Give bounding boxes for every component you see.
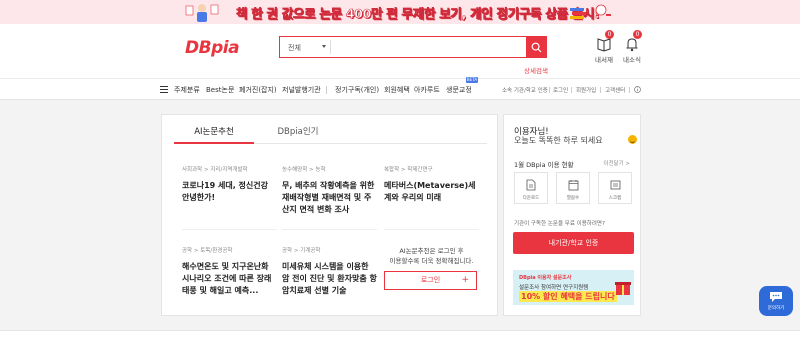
advanced-search-link[interactable]: 상세검색 — [524, 65, 548, 75]
login-prompt-line: AI논문추천은 로그인 후 — [399, 247, 464, 255]
ad-line-1: DBpia 이용자 설문조사 — [519, 275, 572, 281]
paper-title[interactable]: 코로나19 세대, 정신건강 안녕한가! — [182, 180, 277, 204]
util-divider — [571, 87, 572, 93]
paper-card[interactable]: 복합학 > 학제간연구 메타버스(Metaverse)세계와 우리의 미래 — [384, 165, 479, 204]
nav-subject-category[interactable]: 주제분류 — [174, 85, 200, 95]
ad-line-2: 설문조사 참여하면 연구지원템 — [519, 285, 589, 291]
org-question: 기관이 구독한 논문을 무료 이용하려면? — [514, 221, 605, 227]
survey-ad-banner[interactable]: DBpia 이용자 설문조사 설문조사 참여하면 연구지원템 10% 할인 혜택… — [513, 270, 634, 305]
usage-download-box[interactable]: 다운로드 — [514, 172, 548, 204]
nav-academy-route[interactable]: 아카루트 — [414, 85, 440, 95]
login-prompt: AI논문추천은 로그인 후 이용할수록 더욱 정확해집니다. — [384, 246, 479, 266]
paper-title[interactable]: 메타버스(Metaverse)세계와 우리의 미래 — [384, 180, 479, 204]
nav-member-benefits[interactable]: 회원혜택 — [384, 85, 410, 95]
ad-line-3: 10% 할인 혜택을 드립니다 — [519, 291, 617, 302]
smile-icon — [628, 135, 637, 144]
nav-divider — [326, 86, 327, 94]
search-scope-select[interactable]: 전체 — [280, 37, 330, 57]
chevron-down-icon — [322, 45, 326, 48]
tab-ai-recommend[interactable]: AI논문추천 — [174, 125, 254, 137]
util-signup[interactable]: 회원가입 — [576, 86, 596, 94]
util-divider — [600, 87, 601, 93]
nav-proofreading[interactable]: 생문교정 — [446, 85, 472, 95]
search-icon — [531, 42, 541, 52]
usage-views-label: 열람수 — [566, 196, 580, 201]
paper-card[interactable]: 사회과학 > 지리/지역개발학 코로나19 세대, 정신건강 안녕한가! — [182, 165, 277, 204]
greeting-subtitle: 오늘도 똑똑한 하루 되세요 — [514, 136, 603, 145]
usage-title: 1월 DBpia 이용 현황 — [514, 161, 574, 169]
active-tab-indicator — [174, 142, 254, 144]
usage-views-box[interactable]: 열람수 — [556, 172, 590, 204]
usage-scrap-label: 스크랩 — [608, 196, 622, 201]
search-button[interactable] — [526, 37, 546, 57]
my-library-button[interactable]: 0 내서재 — [589, 30, 619, 68]
dbpia-logo[interactable]: DBpia — [185, 38, 240, 58]
chat-label: 문의하기 — [767, 306, 785, 311]
login-prompt-line: 이용할수록 더욱 정확해집니다. — [389, 257, 474, 265]
person-illustration-icon — [185, 4, 219, 22]
library-label: 내서재 — [595, 56, 613, 64]
util-divider — [629, 87, 630, 93]
paper-category: 농수해양학 > 농학 — [282, 167, 326, 173]
promo-banner[interactable]: 책 한 권 값으로 논문 400만 편 무제한 보기, 개인 정기구독 상품 출… — [0, 0, 800, 24]
card-divider — [182, 229, 277, 230]
paper-card[interactable]: 공학 > 기계공학 미세유체 시스템을 이용한 암 전이 진단 및 환자맞춤 항… — [282, 246, 377, 297]
hamburger-menu-icon[interactable] — [160, 86, 168, 93]
calendar-icon — [568, 180, 578, 191]
nav-best-papers[interactable]: Best논문 — [206, 85, 234, 95]
nav-subscription[interactable]: 정기구독(개인) — [335, 85, 379, 95]
paper-category: 공학 > 기계공학 — [282, 248, 321, 254]
util-login[interactable]: 로그인 — [553, 86, 568, 94]
promo-text[interactable]: 책 한 권 값으로 논문 400만 편 무제한 보기, 개인 정기구독 상품 출… — [236, 3, 601, 22]
notifications-label: 내소식 — [623, 56, 641, 64]
search-scope-label: 전체 — [288, 44, 301, 52]
gift-icon — [615, 282, 631, 295]
login-button-label: 로그인 — [420, 276, 441, 284]
paper-card[interactable]: 공학 > 토목/환경공학 해수면온도 및 지구온난화 시나리오 조건에 따른 장… — [182, 246, 277, 297]
paper-title[interactable]: 해수면온도 및 지구온난화 시나리오 조건에 따른 장래 태풍 및 해일고 예측… — [182, 261, 277, 297]
login-button[interactable]: 로그인 + — [384, 271, 477, 290]
info-icon[interactable] — [634, 86, 641, 93]
download-icon — [526, 179, 536, 191]
tab-dbpia-popular[interactable]: DBpia인기 — [258, 125, 338, 137]
nav-magazines[interactable]: 폐거진(잡지) — [239, 85, 277, 95]
paper-category: 사회과학 > 지리/지역개발학 — [182, 167, 248, 173]
beta-badge: BETA — [466, 77, 478, 83]
search-divider — [330, 40, 331, 54]
paper-category: 공학 > 토목/환경공학 — [182, 248, 233, 254]
usage-download-label: 다운로드 — [522, 196, 540, 201]
org-auth-button[interactable]: 내기관/학교 인증 — [513, 232, 634, 254]
scrap-icon — [610, 180, 620, 190]
notification-badge: 0 — [633, 30, 642, 39]
nav-publishers[interactable]: 저널발행기관 — [282, 85, 321, 95]
search-bar: 전체 — [279, 36, 547, 58]
card-divider — [282, 229, 377, 230]
paper-card[interactable]: 농수해양학 > 농학 무, 배추의 작황예측을 위한 재배작형별 재배면적 및 … — [282, 165, 377, 216]
paper-title[interactable]: 무, 배추의 작황예측을 위한 재배작형별 재배면적 및 주산지 면적 변화 조… — [282, 180, 377, 216]
books-illustration-icon — [570, 4, 611, 19]
header: DBpia 전체 상세검색 0 내서재 0 내소식 — [0, 24, 800, 78]
usage-more-link[interactable]: 이전달기 > — [603, 159, 630, 167]
plus-icon: + — [461, 275, 469, 285]
main-nav: 주제분류 Best논문 폐거진(잡지) 저널발행기관 정기구독(개인) 회원혜택… — [0, 77, 800, 100]
paper-title[interactable]: 미세유체 시스템을 이용한 암 전이 진단 및 환자맞춤 항암치료제 선별 기술 — [282, 261, 377, 297]
search-input[interactable] — [334, 39, 524, 55]
util-divider — [549, 87, 550, 93]
util-support[interactable]: 고객센터 — [605, 86, 625, 94]
chat-support-button[interactable]: 문의하기 — [759, 286, 793, 316]
notifications-button[interactable]: 0 내소식 — [617, 30, 647, 68]
paper-category: 복합학 > 학제간연구 — [384, 167, 433, 173]
user-panel: 이용자님! 오늘도 똑똑한 하루 되세요 1월 DBpia 이용 현황 이전달기… — [503, 114, 641, 316]
card-divider — [384, 229, 479, 230]
library-badge: 0 — [605, 30, 614, 39]
usage-scrap-box[interactable]: 스크랩 — [598, 172, 632, 204]
chat-bubble-icon — [770, 292, 782, 302]
footer-strip — [0, 330, 800, 339]
util-org-auth[interactable]: 소속 기관/학교 인증 — [502, 86, 548, 94]
